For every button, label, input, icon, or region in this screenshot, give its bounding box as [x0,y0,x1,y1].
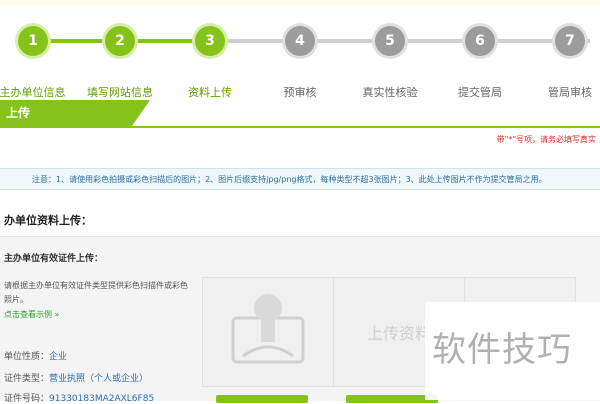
view-example-link[interactable]: 点击查看示例 » [4,309,59,320]
panel-title: 主办单位有效证件上传： [4,254,104,264]
step-6: 6 提交管局 [458,26,502,99]
upload-section-header: 上传 [0,100,600,128]
step-number: 1 [18,26,48,56]
step-4: 4 预审核 [284,26,317,99]
cert-number-row: 证件号码：91330183MA2AXL6F85 [4,391,154,404]
step-number: 4 [285,26,315,56]
step-1[interactable]: 1 写主办单位信息 [0,26,66,99]
step-number: 2 [105,26,135,56]
step-2[interactable]: 2 填写网站信息 [87,26,153,99]
field-label: 单位性质： [4,352,50,362]
progress-steps: 1 写主办单位信息 2 填写网站信息 3 资料上传 4 预审核 5 真实性核验 … [0,6,600,99]
step-7: 7 管局审核 [548,26,592,99]
upload-sample-image[interactable] [202,277,334,387]
step-number: 6 [465,26,495,56]
step-number: 5 [375,26,405,56]
field-label: 证件号码： [4,394,50,404]
step-number: 7 [555,26,585,56]
step-number: 3 [195,26,225,56]
required-fields-note: 带"*"号项，请务必填写真实 [496,135,596,144]
id-card-sample-icon [231,294,305,364]
field-value: 营业执照（个人或企业） [49,374,149,384]
field-value: 企业 [49,352,68,362]
unit-nature-row: 单位性质：企业 [4,349,67,362]
sample-button[interactable] [216,395,308,403]
watermark: 软件技巧 [432,330,572,370]
section-tab-upload: 上传 [0,100,150,126]
notice-banner: 注意：1、请使用彩色拍摄或彩色扫描后的图片；2、图片后缀支持jpg/png格式，… [0,168,600,190]
field-label: 证件类型： [4,374,50,384]
field-value: 91330183MA2AXL6F85 [49,394,155,404]
upload-subtitle: 办单位资料上传： [4,214,92,227]
panel-description: 请根据主办单位有效证件类型提供彩色扫描件或彩色照片。 [4,281,188,304]
step-label: 管局审核 [548,86,592,99]
step-5: 5 真实性核验 [363,26,418,99]
cert-type-row: 证件类型：营业执照（个人或企业） [4,371,148,384]
step-3[interactable]: 3 资料上传 [188,26,232,99]
